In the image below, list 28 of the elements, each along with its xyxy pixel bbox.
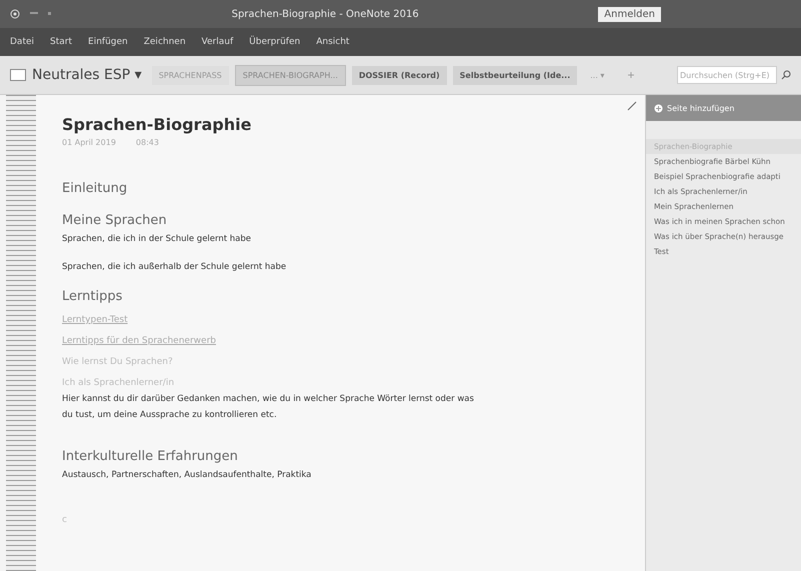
page-time: 08:43: [136, 138, 159, 147]
notebook-picker[interactable]: Neutrales ESP ▾: [6, 67, 146, 83]
window-title: Sprachen-Biographie - OneNote 2016: [232, 8, 419, 20]
section-heading: Interkulturelle Erfahrungen: [62, 448, 239, 466]
menu-item[interactable]: Ansicht: [316, 37, 350, 47]
page-title: Sprachen-Biographie: [62, 115, 252, 134]
menu-item[interactable]: Überprüfen: [249, 37, 300, 47]
add-page-button[interactable]: Seite hinzufügen: [646, 95, 801, 121]
menu-item[interactable]: Datei: [10, 37, 34, 47]
menu-item[interactable]: Start: [50, 37, 72, 47]
body-text: Austausch, Partnerschaften, Auslandsaufenthalte, Praktika: [62, 469, 312, 482]
search-field[interactable]: Durchsuchen (Strg+E): [677, 66, 777, 84]
section-heading: Einleitung: [62, 180, 128, 198]
body-text: Sprachen, die ich außerhalb der Schule gelernt habe: [62, 261, 288, 274]
menu-item[interactable]: Einfügen: [88, 37, 128, 47]
section-heading: Lerntipps: [62, 288, 124, 306]
sign-in-button[interactable]: Anmelden: [598, 6, 661, 22]
page-date: 01 April 2019: [62, 138, 116, 147]
section-heading: Meine Sprachen: [62, 212, 168, 230]
body-text: Hier kannst du dir darüber Gedanken machen, wie du in welcher Sprache Wörter lernst oder was du tust, um deine Aussprache zu kontrollieren etc.: [62, 393, 475, 422]
faded-text: Wie lernst Du Sprachen?: [62, 357, 173, 367]
section-tab[interactable]: Selbstbeurteilung (Ide...: [452, 66, 578, 84]
faded-text: c: [62, 515, 67, 525]
body-text: Sprachen, die ich in der Schule gelernt habe: [62, 233, 252, 246]
menu-item[interactable]: Verlauf: [202, 37, 234, 47]
faded-text: Ich als Sprachenlerner/in: [62, 378, 174, 388]
section-tab[interactable]: DOSSIER (Record): [352, 66, 447, 84]
menu-item[interactable]: Zeichnen: [144, 37, 186, 47]
